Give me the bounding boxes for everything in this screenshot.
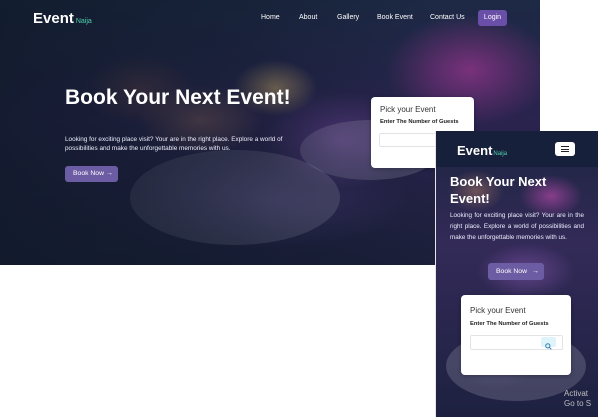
hero-description: Looking for exciting place visit? Your a… [450, 212, 584, 241]
nav-link-book-event[interactable]: Book Event [377, 14, 413, 21]
brand-sub: Naija [493, 151, 508, 157]
book-now-button[interactable]: Book Now → [65, 166, 118, 182]
book-now-label: Book Now [73, 170, 104, 177]
brand-logo[interactable]: EventNaija [457, 142, 507, 160]
search-button[interactable] [541, 337, 556, 350]
arrow-right-icon: → [532, 268, 539, 275]
arrow-right-icon: → [106, 170, 113, 177]
brand-name: Event [457, 143, 493, 158]
book-now-label: Book Now [496, 268, 527, 275]
book-now-button[interactable]: Book Now → [488, 263, 544, 280]
booking-card-title: Pick your Event [470, 306, 526, 315]
login-button[interactable]: Login [478, 10, 507, 26]
brand-sub: Naija [75, 18, 92, 25]
booking-card: Pick your Event Enter The Number of Gues… [461, 295, 571, 375]
watermark-line-2: Go to S [564, 399, 592, 408]
nav-link-about[interactable]: About [299, 14, 317, 21]
hero-description: Looking for exciting place visit? Your a… [65, 136, 283, 152]
hero-title: Book Your Next Event! [65, 86, 291, 109]
booking-card-title: Pick your Event [380, 105, 436, 114]
mobile-screenshot: EventNaija Book Your Next Event! Looking… [435, 131, 598, 417]
guests-label: Enter The Number of Guests [470, 321, 549, 327]
hero-title: Book Your Next Event! [450, 174, 547, 206]
brand-name: Event [33, 10, 74, 27]
nav-link-home[interactable]: Home [261, 14, 280, 21]
top-navbar: Event Naija Home About Gallery Book Event… [0, 0, 540, 36]
search-icon [545, 343, 552, 350]
guests-label: Enter The Number of Guests [380, 119, 459, 125]
mobile-navbar: EventNaija [436, 131, 598, 167]
nav-link-contact[interactable]: Contact Us [430, 14, 465, 21]
nav-link-gallery[interactable]: Gallery [337, 14, 359, 21]
watermark-line-1: Activat [564, 389, 589, 398]
activation-watermark: Activat Go to S [564, 389, 591, 409]
brand-logo[interactable]: EventNaija [33, 10, 92, 28]
hamburger-icon[interactable] [555, 142, 575, 156]
